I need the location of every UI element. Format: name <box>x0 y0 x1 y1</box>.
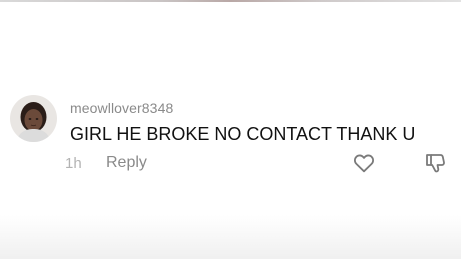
comment-timestamp: 1h <box>65 155 82 172</box>
avatar[interactable] <box>10 95 57 142</box>
comment-text: GIRL HE BROKE NO CONTACT THANK U <box>70 124 416 144</box>
avatar-image <box>10 95 57 142</box>
comment-username[interactable]: meowllover8348 <box>70 100 173 116</box>
like-button[interactable] <box>352 151 376 175</box>
heart-icon <box>354 154 374 173</box>
bottom-gradient <box>0 215 461 259</box>
thumbs-down-icon <box>426 154 445 173</box>
reply-button[interactable]: Reply <box>106 154 147 172</box>
dislike-button[interactable] <box>423 151 447 175</box>
